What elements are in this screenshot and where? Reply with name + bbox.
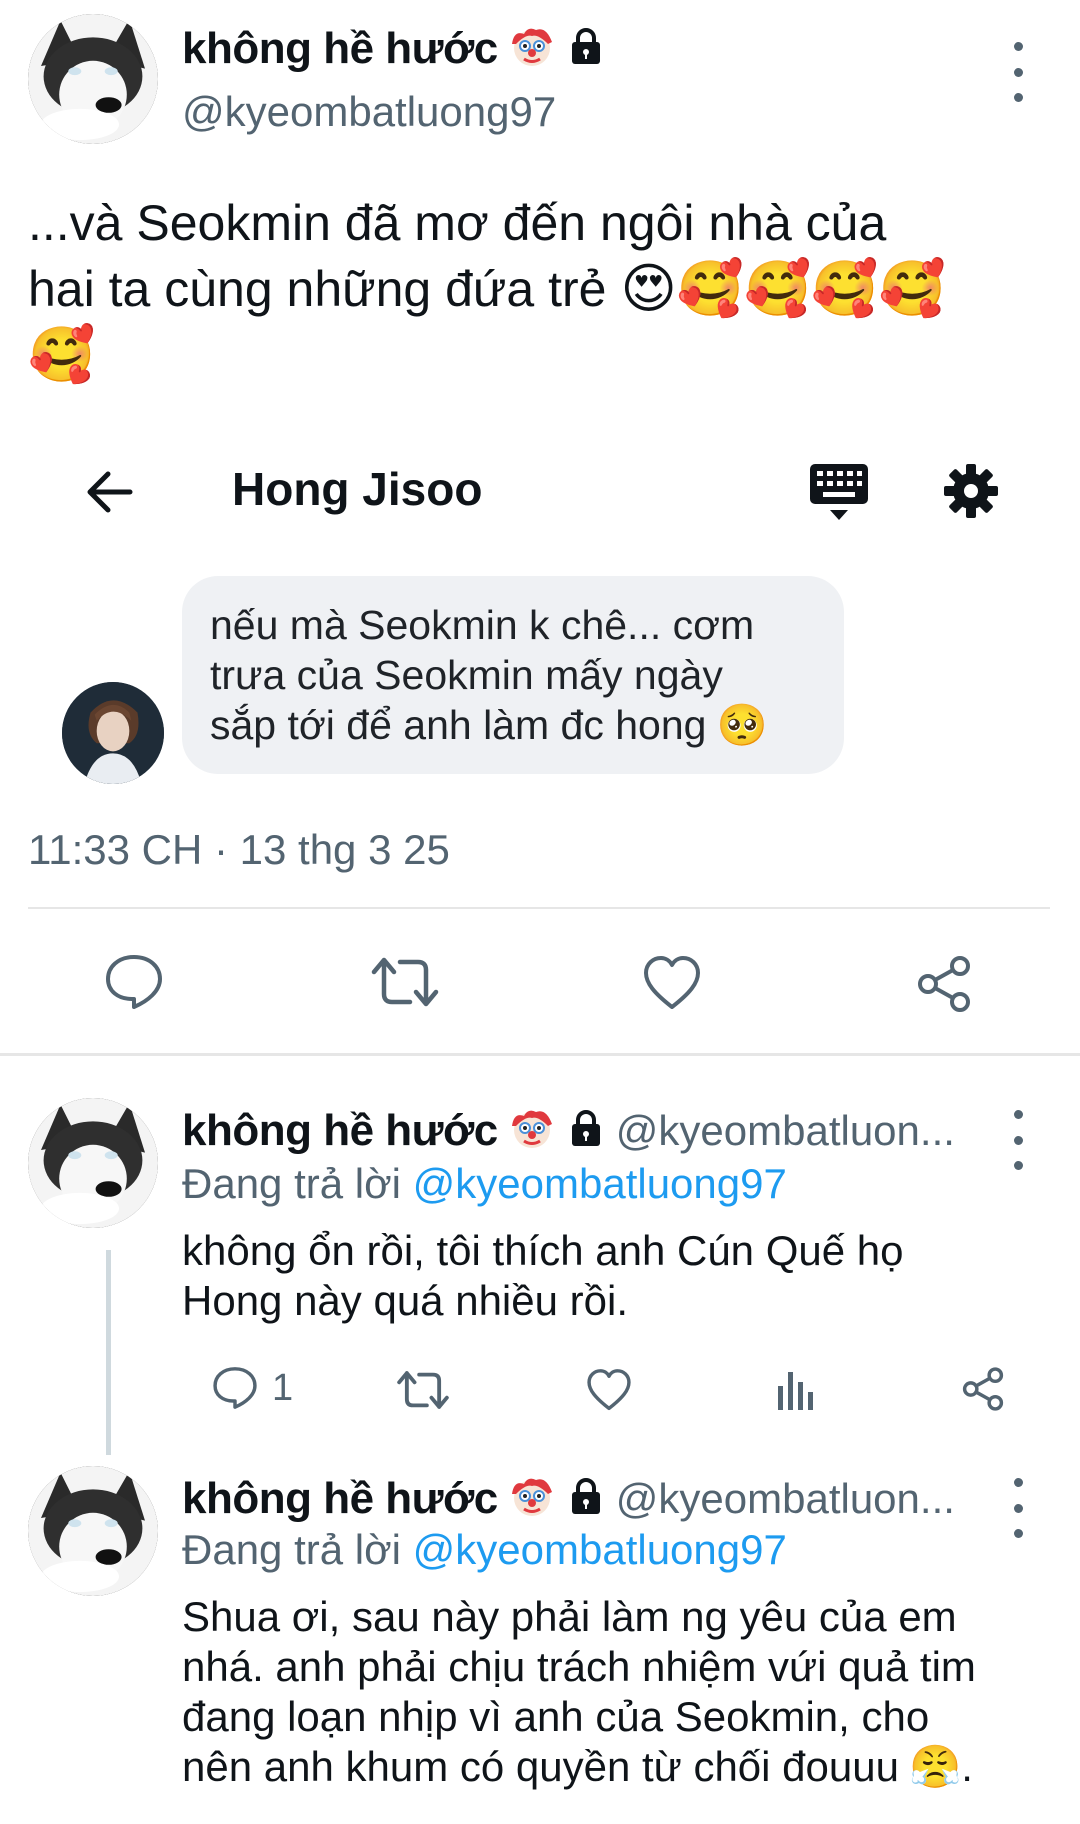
chat-message-line: trưa của Seokmin mấy ngày [210,652,723,698]
huffing-face-emoji: 😤 [908,1742,962,1791]
handle[interactable]: @kyeombatluong97 [182,88,556,136]
tweet-timestamp[interactable]: 11:33 CH · 13 thg 3 25 [28,826,450,874]
smiling-hearts-emoji: 🥰 [878,257,946,320]
end-punctuation: . [961,1743,973,1790]
reply-author-row: không hề hước @kyeombatluon... [182,1472,955,1525]
jisoo-avatar-image [62,682,164,784]
lock-icon [566,1108,606,1153]
divider [28,907,1050,909]
reply-count: 1 [272,1366,294,1409]
settings-icon [942,462,1000,520]
avatar [62,682,164,784]
husky-avatar-image [28,14,158,144]
chat-message-bubble: nếu mà Seokmin k chê... cơm trưa của Seo… [182,576,844,774]
reply-action[interactable]: 1 [212,1365,293,1411]
emoji-run: 😍🥰🥰🥰🥰 [620,256,945,322]
replying-to-label: Đang trả lời [182,1526,401,1573]
reply-text-line: Hong này quá nhiều rồi. [182,1277,628,1324]
heart-eyes-emoji: 😍 [620,257,677,320]
like-icon[interactable] [642,955,702,1011]
display-name[interactable]: không hề hước [182,1106,498,1156]
lock-icon [566,26,606,71]
reply-text-line: nên anh khum có quyền từ chối đouuu [182,1743,899,1790]
handle[interactable]: @kyeombatluon... [616,1475,955,1523]
display-name[interactable]: không hề hước [182,24,498,74]
clown-emoji [508,22,556,75]
reply-text-line: không ổn rồi, tôi thích anh Cún Quế họ [182,1227,904,1274]
avatar[interactable] [28,1466,158,1596]
avatar[interactable] [28,1098,158,1228]
replying-to-mention[interactable]: @kyeombatluong97 [413,1526,787,1573]
smiling-hearts-emoji: 🥰 [28,323,96,386]
husky-avatar-image [28,1098,158,1228]
husky-avatar-image [28,1466,158,1596]
replying-to-label: Đang trả lời [182,1160,401,1207]
share-icon[interactable] [960,1366,1006,1412]
more-icon[interactable] [1012,42,1024,102]
smiling-hearts-emoji: 🥰 [744,257,812,320]
handle[interactable]: @kyeombatluon... [616,1107,955,1155]
reply-text: không ổn rồi, tôi thích anh Cún Quế họ H… [182,1226,1042,1326]
keyboard-icon [808,462,870,522]
share-icon[interactable] [914,954,974,1014]
author-row: không hề hước [182,22,606,75]
reply-text-line: Shua ơi, sau này phải làm ng yêu của em [182,1593,957,1640]
display-name[interactable]: không hề hước [182,1474,498,1524]
replying-to: Đang trả lời @kyeombatluong97 [182,1160,787,1208]
chat-message-line: nếu mà Seokmin k chê... cơm [210,602,755,648]
clown-emoji [508,1472,556,1525]
retweet-icon[interactable] [370,956,440,1008]
tweet-text-line: ...và Seokmin đã mơ đến ngôi nhà của [28,195,887,251]
smiling-hearts-emoji: 🥰 [676,257,744,320]
more-icon[interactable] [1012,1478,1024,1538]
retweet-icon[interactable] [396,1370,450,1410]
like-icon[interactable] [586,1368,632,1412]
tweet-text-line: hai ta cùng những đứa trẻ [28,261,607,317]
reply-text-line: đang loạn nhịp vì anh của Seokmin, cho [182,1693,930,1740]
lock-icon [566,1476,606,1521]
more-icon[interactable] [1012,1110,1024,1170]
reply-icon [213,1367,257,1409]
tweet-text-line-with-emoji: hai ta cùng những đứa trẻ 😍🥰🥰🥰🥰 [28,256,1058,322]
replying-to: Đang trả lời @kyeombatluong97 [182,1526,787,1574]
pleading-face-emoji: 🥺 [716,701,768,749]
tweet-text: ...và Seokmin đã mơ đến ngôi nhà của hai… [28,190,1058,388]
chat-message-line: sắp tới để anh làm đc hong [210,702,707,748]
thread-line [106,1250,111,1455]
reply-icon[interactable] [104,953,164,1011]
smiling-hearts-emoji: 🥰 [811,257,879,320]
reply-text: Shua ơi, sau này phải làm ng yêu của em … [182,1592,1062,1792]
clown-emoji [508,1104,556,1157]
reply-author-row: không hề hước @kyeombatluon... [182,1104,955,1157]
replying-to-mention[interactable]: @kyeombatluong97 [413,1160,787,1207]
reply-text-line: nhá. anh phải chịu trách nhiệm vứi quả t… [182,1643,976,1690]
back-arrow-icon [82,464,138,520]
avatar[interactable] [28,14,158,144]
analytics-icon[interactable] [776,1368,816,1412]
section-divider [0,1053,1080,1056]
chat-title: Hong Jisoo [232,463,483,515]
